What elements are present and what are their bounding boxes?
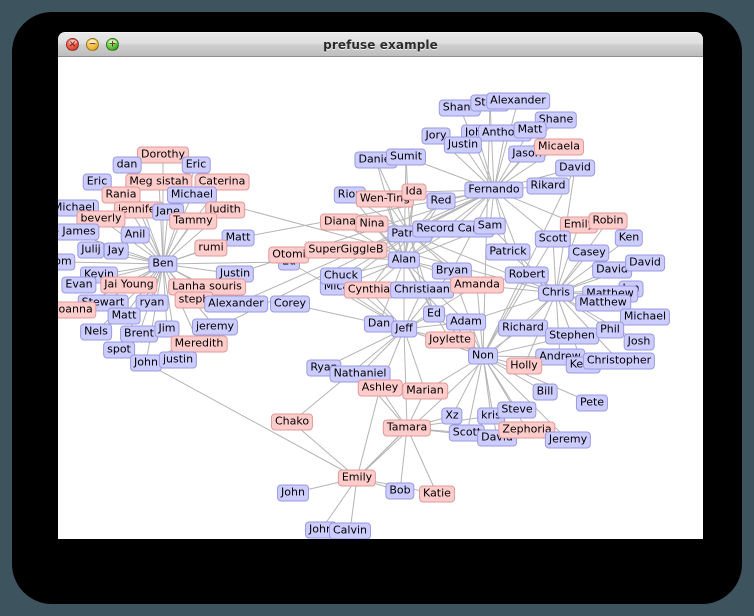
zoom-icon[interactable]: + [106,38,119,51]
graph-node[interactable]: Jeff [391,320,417,338]
zoom-glyph: + [108,39,117,49]
graph-node[interactable]: Justin [443,136,483,154]
graph-node[interactable]: Amanda [450,276,504,294]
graph-node[interactable]: Pete [575,394,609,412]
graph-node[interactable]: Alexander [486,92,550,110]
graph-node[interactable]: Red [426,192,456,210]
graph-node[interactable]: Meredith [170,335,228,353]
close-glyph: × [68,39,77,49]
graph-node[interactable]: Cynthia [343,281,395,299]
graph-node[interactable]: Christiaan [390,281,454,299]
graph-node[interactable]: Patrick [485,243,531,261]
graph-node[interactable]: rumi [194,239,228,257]
graph-node[interactable]: Joylette [425,331,475,349]
graph-node[interactable]: Phil [596,321,624,339]
graph-node[interactable]: Diana [320,213,360,231]
graph-node[interactable]: Micaela [534,138,584,156]
window-controls: × − + [66,38,119,51]
graph-node[interactable]: om [58,253,76,271]
graph-canvas[interactable]: Dorothy dan Eric Eric Meg sistah Caterina Rani… [58,57,703,539]
graph-node[interactable]: Steve [497,401,537,419]
graph-node[interactable]: Ashley [357,379,403,397]
close-icon[interactable]: × [66,38,79,51]
graph-node[interactable]: Xz [441,407,463,425]
application-window: × − + prefuse example Dorothy dan Eric Eric… [58,32,703,539]
graph-node[interactable]: Evan [61,276,97,294]
graph-node[interactable]: dan [112,156,142,174]
graph-node[interactable]: Bill [532,383,558,401]
graph-node[interactable]: Christopher [582,352,656,370]
graph-node[interactable]: Calvin [328,522,372,539]
graph-node[interactable]: Jay [103,242,129,260]
graph-node[interactable]: Scott [534,230,572,248]
graph-node[interactable]: Ed [423,305,445,323]
graph-node[interactable]: Ida [401,183,427,201]
graph-node[interactable]: Joanna [58,301,97,319]
graph-node[interactable]: Stephen [545,327,599,345]
graph-node[interactable]: Corey [270,295,310,313]
graph-node[interactable]: Chris [538,284,574,302]
graph-node[interactable]: Marian [402,382,448,400]
graph-node[interactable]: Non [468,347,498,365]
graph-node[interactable]: ryan [135,294,169,312]
graph-node[interactable]: se James [58,223,100,241]
window-title: prefuse example [323,37,438,52]
graph-node[interactable]: Casey [568,244,610,262]
graph-node[interactable]: Bob [385,482,415,500]
graph-node[interactable]: Holly [506,357,542,375]
graph-node[interactable]: Adam [446,313,486,331]
graph-node[interactable]: Alexander [204,295,268,313]
graph-node[interactable]: Tammy [169,212,217,230]
graph-node[interactable]: Robert [504,266,550,284]
graph-node[interactable]: Eric [181,156,211,174]
graph-node[interactable]: Jeremy [544,431,592,449]
graph-node[interactable]: Matt [107,307,141,325]
graph-node[interactable]: Sam [473,217,507,235]
graph-node[interactable]: SuperGiggleB [304,241,388,259]
graph-node[interactable]: Anil [120,226,150,244]
graph-node[interactable]: Chako [270,413,314,431]
graph-node[interactable]: Brent [120,325,158,343]
graph-node[interactable]: Tamara [382,419,432,437]
graph-node[interactable]: Ben [148,255,178,273]
graph-node[interactable]: Alan [387,251,421,269]
graph-node[interactable]: Julij [77,241,105,259]
graph-node[interactable]: Emily [337,469,377,487]
graph-node[interactable]: Dan [363,315,395,333]
graph-node[interactable]: Josh [623,333,655,351]
graph-node[interactable]: Robin [588,212,628,230]
graph-node[interactable]: Katie [419,485,455,503]
minimize-icon[interactable]: − [86,38,99,51]
graph-node[interactable]: Jai Young [100,276,158,294]
graph-node[interactable]: John [130,354,162,372]
minimize-glyph: − [88,39,97,49]
desktop-background: × − + prefuse example Dorothy dan Eric Eric… [0,0,754,616]
graph-node[interactable]: justin [158,351,198,369]
graph-node[interactable]: Sumit [385,148,427,166]
graph-node[interactable]: David [555,159,595,177]
window-titlebar[interactable]: × − + prefuse example [58,32,703,57]
graph-node[interactable]: Fernando [464,181,524,199]
graph-node[interactable]: John [277,484,309,502]
graph-node[interactable]: David [625,254,665,272]
graph-node[interactable]: Richard [498,319,548,337]
graph-node[interactable]: Michael [619,308,671,326]
graph-node[interactable]: Nels [80,323,112,341]
graph-node[interactable]: jeremy [191,318,239,336]
graph-node[interactable]: Matt [513,121,547,139]
graph-node[interactable]: Nina [355,215,389,233]
graph-node[interactable]: Rikard [526,177,570,195]
graph-node[interactable]: Ken [614,229,644,247]
